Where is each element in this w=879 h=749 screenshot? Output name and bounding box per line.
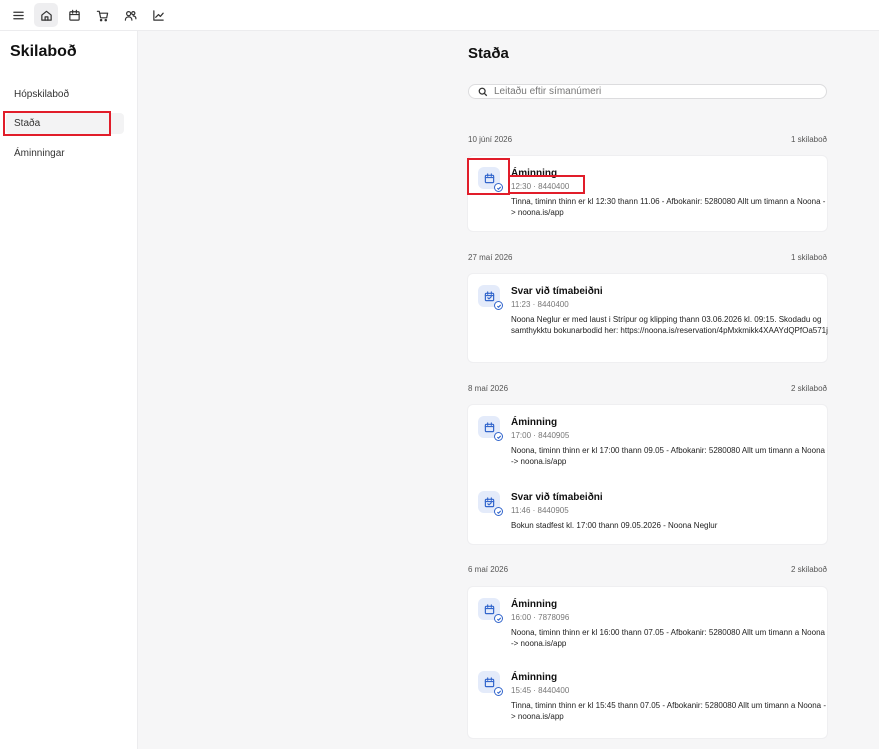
message-meta: 17:00 · 8440905: [511, 431, 570, 440]
users-icon[interactable]: [118, 3, 142, 27]
sidebar-item-label: Staða: [14, 118, 41, 129]
message-meta: 15:45 · 8440400: [511, 686, 570, 695]
group-header: 8 maí 2026 2 skilaboð: [468, 384, 827, 393]
top-toolbar: [0, 0, 879, 31]
message-title: Áminning: [511, 672, 558, 683]
calendar-check-icon: [478, 671, 503, 696]
message-meta: 16:00 · 7878096: [511, 613, 570, 622]
search-bar[interactable]: [468, 84, 827, 99]
search-input[interactable]: [494, 86, 814, 97]
calendar-check-icon: [478, 598, 503, 623]
message-meta: 11:23 · 8440400: [511, 300, 569, 309]
group-header: 27 maí 2026 1 skilaboð: [468, 253, 827, 262]
calendar-check-icon: [478, 416, 503, 441]
sidebar-item-label: Áminningar: [14, 148, 65, 159]
sidebar-item-status[interactable]: Staða: [6, 113, 124, 134]
message-card: Áminning 12:30 · 8440400 Tinna, timinn t…: [468, 156, 827, 231]
message-card: Svar við tímabeiðni 11:23 · 8440400 Noon…: [468, 274, 828, 362]
message-body: Tinna, timinn thinn er kl 15:45 thann 07…: [511, 701, 827, 721]
message-body: Noona Neglur er med laust i Strípur og k…: [511, 315, 828, 335]
calendar-icon[interactable]: [62, 3, 86, 27]
sidebar: Skilaboð Hópskilaboð Staða Áminningar: [0, 31, 138, 749]
message-title: Svar við tímabeiðni: [511, 286, 603, 297]
group-header: 6 maí 2026 2 skilaboð: [468, 565, 827, 574]
chart-icon[interactable]: [146, 3, 170, 27]
message-title: Áminning: [511, 417, 558, 428]
message-card: Áminning 16:00 · 7878096 Noona, timinn t…: [468, 587, 827, 738]
message-body: Bokun stadfest kl. 17:00 thann 09.05.202…: [511, 521, 718, 530]
home-icon[interactable]: [34, 3, 58, 27]
calendar-check-icon: [478, 491, 503, 516]
message-meta: 11:46 · 8440905: [511, 506, 569, 515]
group-date: 6 maí 2026: [468, 565, 509, 574]
menu-icon[interactable]: [6, 3, 30, 27]
message-meta: 12:30 · 8440400: [511, 182, 570, 191]
message-card: Áminning 17:00 · 8440905 Noona, timinn t…: [468, 405, 827, 544]
message-body: Noona, timinn thinn er kl 17:00 thann 09…: [511, 446, 825, 466]
search-icon: [478, 87, 488, 96]
sidebar-item-reminders[interactable]: Áminningar: [6, 143, 124, 164]
message-title: Áminning: [511, 599, 558, 610]
group-date: 27 maí 2026: [468, 253, 513, 262]
group-date: 8 maí 2026: [468, 384, 509, 393]
group-date: 10 júní 2026: [468, 135, 513, 144]
message-title: Áminning: [511, 168, 558, 179]
group-count: 2 skilaboð: [790, 565, 827, 574]
group-header: 10 júní 2026 1 skilaboð: [468, 135, 827, 144]
message-body: Tinna, timinn thinn er kl 12:30 thann 11…: [511, 197, 826, 217]
cart-icon[interactable]: [90, 3, 114, 27]
group-count: 1 skilaboð: [790, 135, 827, 144]
sidebar-item-label: Hópskilaboð: [14, 89, 70, 100]
message-body: Noona, timinn thinn er kl 16:00 thann 07…: [511, 628, 825, 648]
sidebar-title: Skilaboð: [10, 43, 77, 60]
group-count: 2 skilaboð: [790, 384, 827, 393]
calendar-check-icon: [478, 167, 503, 192]
sidebar-item-group-messages[interactable]: Hópskilaboð: [6, 84, 124, 105]
page-title: Staða: [468, 45, 509, 62]
message-title: Svar við tímabeiðni: [511, 492, 603, 503]
group-count: 1 skilaboð: [790, 253, 827, 262]
calendar-check-icon: [478, 285, 503, 310]
main-content: Staða 10 júní 2026 1 skilaboð Áminning 1…: [139, 31, 879, 749]
